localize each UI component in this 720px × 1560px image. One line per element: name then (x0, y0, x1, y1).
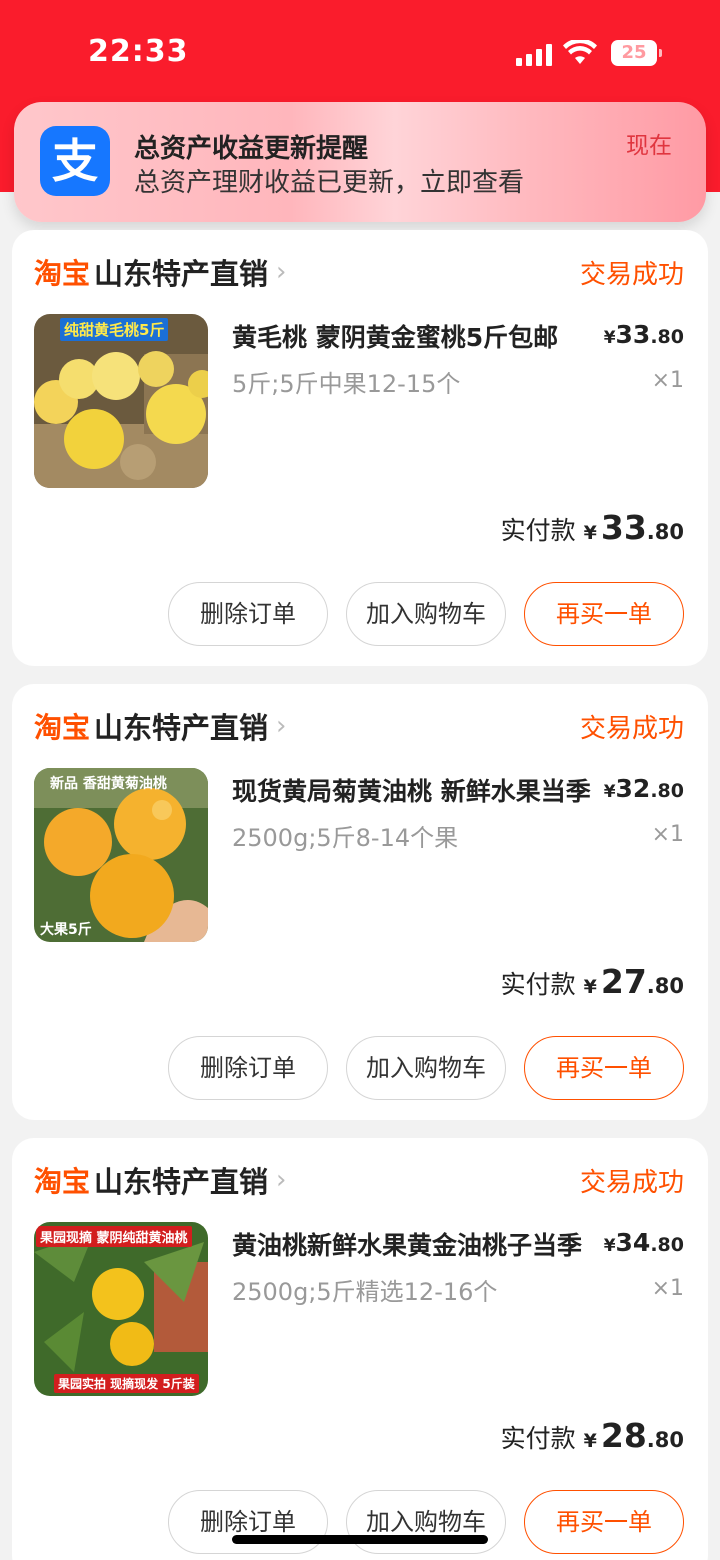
delete-order-button[interactable]: 删除订单 (168, 1490, 328, 1554)
product-spec: 5斤;5斤中果12-15个 (232, 370, 461, 398)
paid-amount: 实付款 ¥ 27 .80 (500, 962, 684, 1001)
add-to-cart-button[interactable]: 加入购物车 (346, 1490, 506, 1554)
order-status: 交易成功 (579, 714, 684, 744)
wifi-icon (563, 40, 597, 64)
unit-price: ¥33.80 (603, 320, 684, 349)
taobao-logo: 淘宝 (34, 1165, 91, 1198)
shop-name: 山东特产直销 (94, 711, 269, 745)
image-tag: 新品 香甜黄菊油桃 (50, 776, 167, 792)
add-to-cart-button[interactable]: 加入购物车 (346, 582, 506, 646)
delete-order-button[interactable]: 删除订单 (168, 582, 328, 646)
chevron-right-icon: › (276, 1165, 287, 1195)
shop-name: 山东特产直销 (94, 1165, 269, 1199)
alipay-app-icon: 支 (40, 126, 110, 196)
status-bar: 22:33 25 (0, 0, 720, 100)
image-tag: 果园实拍 现摘现发 5斤装 (54, 1374, 199, 1393)
product-title[interactable]: 黄毛桃 蒙阴黄金蜜桃5斤包邮 (232, 318, 602, 354)
chevron-right-icon: › (276, 257, 287, 287)
order-card: 淘宝 山东特产直销 › 交易成功 纯甜黄毛桃5斤 黄毛桃 蒙阴黄金蜜桃5斤包邮 … (12, 230, 708, 666)
unit-price: ¥32.80 (603, 774, 684, 803)
battery-icon: 25 (611, 40, 662, 66)
quantity: ×1 (651, 1276, 684, 1301)
shop-link[interactable]: 淘宝 山东特产直销 › (34, 1160, 286, 1200)
product-spec: 2500g;5斤精选12-16个 (232, 1278, 498, 1306)
buy-again-button[interactable]: 再买一单 (524, 1036, 684, 1100)
add-to-cart-button[interactable]: 加入购物车 (346, 1036, 506, 1100)
notification-title: 总资产收益更新提醒 (134, 134, 369, 164)
order-status: 交易成功 (579, 260, 684, 290)
push-notification[interactable]: 支 总资产收益更新提醒 总资产理财收益已更新，立即查看 现在 (14, 102, 706, 222)
home-indicator[interactable] (232, 1535, 488, 1544)
quantity: ×1 (651, 822, 684, 847)
image-tag: 大果5斤 (40, 922, 92, 938)
order-card: 淘宝 山东特产直销 › 交易成功 果园现摘 蒙阴纯甜黄油桃 果园实拍 现摘现发 … (12, 1138, 708, 1560)
quantity: ×1 (651, 368, 684, 393)
product-image[interactable]: 果园现摘 蒙阴纯甜黄油桃 果园实拍 现摘现发 5斤装 (34, 1222, 208, 1396)
status-time: 22:33 (88, 34, 189, 69)
shop-name: 山东特产直销 (94, 257, 269, 291)
product-image[interactable]: 纯甜黄毛桃5斤 (34, 314, 208, 488)
cellular-signal-icon (516, 44, 552, 66)
shop-link[interactable]: 淘宝 山东特产直销 › (34, 252, 286, 292)
chevron-right-icon: › (276, 711, 287, 741)
order-status: 交易成功 (579, 1168, 684, 1198)
product-title[interactable]: 黄油桃新鲜水果黄金油桃子当季 (232, 1226, 602, 1262)
taobao-logo: 淘宝 (34, 257, 91, 290)
paid-amount: 实付款 ¥ 28 .80 (500, 1416, 684, 1455)
taobao-logo: 淘宝 (34, 711, 91, 744)
buy-again-button[interactable]: 再买一单 (524, 582, 684, 646)
order-card: 淘宝 山东特产直销 › 交易成功 新品 香甜黄菊油桃 大果5斤 现货黄局菊黄油桃… (12, 684, 708, 1120)
image-tag: 果园现摘 蒙阴纯甜黄油桃 (36, 1226, 192, 1247)
unit-price: ¥34.80 (603, 1228, 684, 1257)
image-tag: 纯甜黄毛桃5斤 (60, 318, 169, 341)
shop-link[interactable]: 淘宝 山东特产直销 › (34, 706, 286, 746)
product-title[interactable]: 现货黄局菊黄油桃 新鲜水果当季 (232, 772, 602, 808)
product-image[interactable]: 新品 香甜黄菊油桃 大果5斤 (34, 768, 208, 942)
delete-order-button[interactable]: 删除订单 (168, 1036, 328, 1100)
notification-time: 现在 (626, 133, 672, 159)
product-spec: 2500g;5斤8-14个果 (232, 824, 459, 852)
buy-again-button[interactable]: 再买一单 (524, 1490, 684, 1554)
notification-body: 总资产理财收益已更新，立即查看 (134, 168, 525, 198)
paid-amount: 实付款 ¥ 33 .80 (500, 508, 684, 547)
